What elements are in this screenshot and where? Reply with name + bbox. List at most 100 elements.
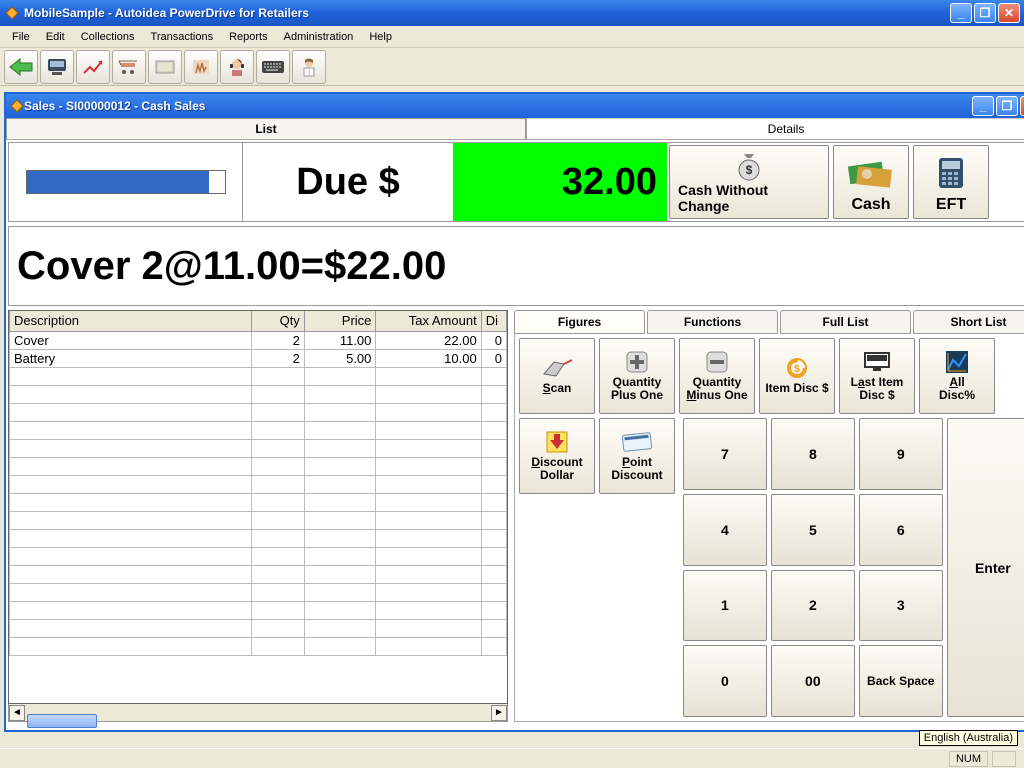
- cell-price: 5.00: [304, 349, 376, 367]
- quantity-minus-button[interactable]: Quantity Minus One: [679, 338, 755, 414]
- num-5-button[interactable]: 5: [771, 494, 855, 566]
- scroll-thumb[interactable]: [27, 714, 97, 728]
- horizontal-scrollbar[interactable]: ◄ ►: [8, 704, 508, 722]
- cash-without-change-button[interactable]: $ Cash Without Change: [669, 145, 829, 219]
- point-discount-button[interactable]: Point Discount: [599, 418, 675, 494]
- num-4-button[interactable]: 4: [683, 494, 767, 566]
- num-0-button[interactable]: 0: [683, 645, 767, 717]
- table-row: [10, 439, 507, 457]
- cell-qty: 2: [252, 349, 305, 367]
- table-row: [10, 547, 507, 565]
- tab-functions[interactable]: Functions: [647, 310, 778, 334]
- num-9-button[interactable]: 9: [859, 418, 943, 490]
- menu-edit[interactable]: Edit: [38, 29, 73, 45]
- minimize-button[interactable]: _: [950, 3, 972, 23]
- eft-label: EFT: [936, 196, 966, 214]
- table-row: [10, 565, 507, 583]
- items-grid[interactable]: Description Qty Price Tax Amount Di Cove…: [8, 310, 508, 704]
- eft-terminal-icon: [931, 150, 971, 196]
- support-button[interactable]: [220, 50, 254, 84]
- num-00-button[interactable]: 00: [771, 645, 855, 717]
- menu-administration[interactable]: Administration: [276, 29, 362, 45]
- menu-reports[interactable]: Reports: [221, 29, 276, 45]
- maximize-button[interactable]: ❐: [974, 3, 996, 23]
- main-tab-row: List Details: [6, 118, 1024, 140]
- status-empty: [992, 751, 1016, 767]
- card-icon: [621, 430, 653, 454]
- num-6-button[interactable]: 6: [859, 494, 943, 566]
- status-num: NUM: [949, 751, 988, 767]
- hand-button[interactable]: [184, 50, 218, 84]
- col-discount[interactable]: Di: [481, 311, 506, 331]
- child-restore-button[interactable]: ❐: [996, 96, 1018, 116]
- tab-figures[interactable]: Figures: [514, 310, 645, 334]
- table-row[interactable]: Cover 2 11.00 22.00 0: [10, 331, 507, 349]
- num-3-button[interactable]: 3: [859, 570, 943, 642]
- close-button[interactable]: ✕: [998, 3, 1020, 23]
- cell-desc: Cover: [10, 331, 252, 349]
- keyboard-button[interactable]: [256, 50, 290, 84]
- menu-file[interactable]: File: [4, 29, 38, 45]
- keypad-panel: Figures Functions Full List Short List S…: [514, 310, 1024, 722]
- num-7-button[interactable]: 7: [683, 418, 767, 490]
- num-2-button[interactable]: 2: [771, 570, 855, 642]
- plus-icon: [625, 350, 649, 374]
- scroll-right-icon[interactable]: ►: [491, 705, 507, 721]
- tab-short-list[interactable]: Short List: [913, 310, 1024, 334]
- menu-help[interactable]: Help: [361, 29, 400, 45]
- monitor-icon: [863, 350, 891, 374]
- menu-collections[interactable]: Collections: [73, 29, 143, 45]
- scroll-left-icon[interactable]: ◄: [9, 705, 25, 721]
- cell-price: 11.00: [304, 331, 376, 349]
- cart-button[interactable]: [112, 50, 146, 84]
- table-row: [10, 367, 507, 385]
- table-row: [10, 385, 507, 403]
- items-grid-panel: Description Qty Price Tax Amount Di Cove…: [8, 310, 508, 722]
- menu-transactions[interactable]: Transactions: [143, 29, 222, 45]
- back-button[interactable]: [4, 50, 38, 84]
- status-bar: NUM: [0, 748, 1024, 768]
- barcode-scanner-icon: [540, 356, 574, 380]
- child-window-icon: [10, 99, 24, 113]
- cell-taxamt: 22.00: [376, 331, 481, 349]
- num-1-button[interactable]: 1: [683, 570, 767, 642]
- enter-button[interactable]: Enter: [947, 418, 1024, 717]
- all-disc-percent-button[interactable]: All Disc%: [919, 338, 995, 414]
- table-row: [10, 493, 507, 511]
- item-disc-button[interactable]: $ Item Disc $: [759, 338, 835, 414]
- cell-qty: 2: [252, 331, 305, 349]
- due-label: Due $: [243, 143, 453, 221]
- tab-details[interactable]: Details: [526, 118, 1024, 139]
- due-amount: 32.00: [453, 143, 667, 221]
- minus-icon: [705, 350, 729, 374]
- keypad-body: Scan Quantity Plus One Quantity Minus On…: [514, 334, 1024, 722]
- chart-button[interactable]: [76, 50, 110, 84]
- backspace-button[interactable]: Back Space: [859, 645, 943, 717]
- discount-dollar-button[interactable]: Discount Dollar: [519, 418, 595, 494]
- discount-icon: $: [785, 356, 809, 380]
- num-8-button[interactable]: 8: [771, 418, 855, 490]
- menu-bar: File Edit Collections Transactions Repor…: [0, 26, 1024, 48]
- cash-button[interactable]: Cash: [833, 145, 909, 219]
- down-arrow-icon: [546, 430, 568, 454]
- col-qty[interactable]: Qty: [252, 311, 305, 331]
- tab-full-list[interactable]: Full List: [780, 310, 911, 334]
- tab-list[interactable]: List: [6, 118, 526, 139]
- child-title: Sales - SI00000012 - Cash Sales: [24, 99, 972, 113]
- col-price[interactable]: Price: [304, 311, 376, 331]
- language-tooltip: English (Australia): [919, 730, 1018, 746]
- table-row[interactable]: Battery 2 5.00 10.00 0: [10, 349, 507, 367]
- scan-button[interactable]: Scan: [519, 338, 595, 414]
- child-minimize-button[interactable]: _: [972, 96, 994, 116]
- child-close-button[interactable]: ✕: [1020, 96, 1024, 116]
- money-button[interactable]: [148, 50, 182, 84]
- pos-terminal-button[interactable]: [40, 50, 74, 84]
- eft-button[interactable]: EFT: [913, 145, 989, 219]
- col-tax-amount[interactable]: Tax Amount: [376, 311, 481, 331]
- col-description[interactable]: Description: [10, 311, 252, 331]
- last-item-disc-button[interactable]: Last Item Disc $: [839, 338, 915, 414]
- quantity-plus-button[interactable]: Quantity Plus One: [599, 338, 675, 414]
- table-row: [10, 457, 507, 475]
- person-button[interactable]: [292, 50, 326, 84]
- money-bag-icon: $: [732, 148, 766, 182]
